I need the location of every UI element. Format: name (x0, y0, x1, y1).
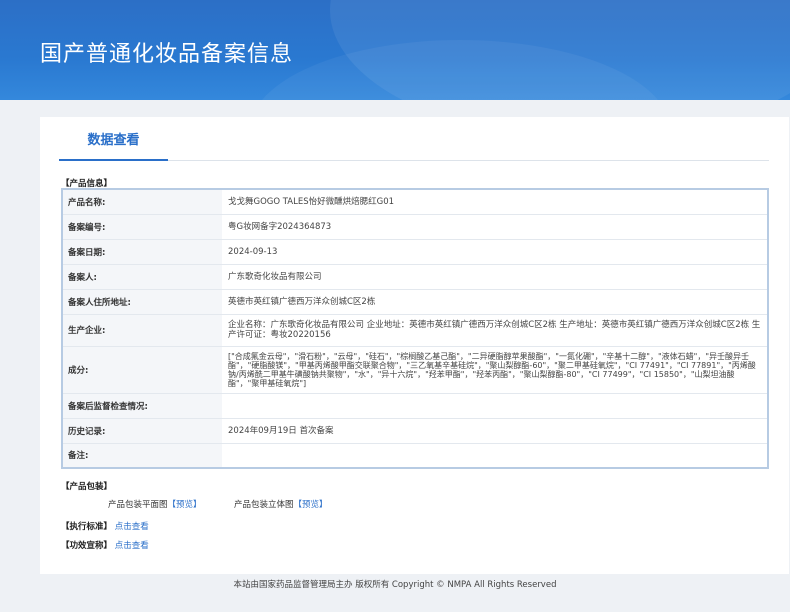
ingredients-value: ["合成氟金云母"，"滑石粉"，"云母"，"硅石"，"棕榈酸乙基己酯"，"二异硬… (222, 345, 768, 393)
table-row: 产品名称: 戈戈舞GOGO TALES怡好微醺烘焙腮红G01 (62, 189, 768, 214)
table-row: 备案人住所地址: 英德市英红镇广德西万洋众创城C区2栋 (62, 288, 768, 314)
packaging-solid-row: 产品包装立体图【预览】 (234, 498, 328, 510)
packaging-flat-label: 产品包装平面图 (108, 500, 168, 510)
efficacy-row: 【功效宣称】 点击查看 (61, 539, 149, 551)
registration-number-value: 粤G妆网备字2024364873 (222, 213, 768, 239)
packaging-flat-preview-link[interactable]: 【预览】 (168, 500, 202, 510)
registrant-address-value: 英德市英红镇广德西万洋众创城C区2栋 (222, 288, 768, 314)
tab-data-view[interactable]: 数据查看 (59, 117, 168, 161)
registration-number-label: 备案编号: (62, 213, 222, 239)
registrant-address-label: 备案人住所地址: (62, 288, 222, 314)
registrant-value: 广东歌奇化妆品有限公司 (222, 263, 768, 289)
efficacy-label: 【功效宣称】 (61, 541, 113, 551)
product-name-label: 产品名称: (62, 189, 222, 214)
table-row: 备案日期: 2024-09-13 (62, 238, 768, 264)
standard-view-link[interactable]: 点击查看 (115, 522, 149, 532)
manufacturer-value: 企业名称：广东歌奇化妆品有限公司 企业地址：英德市英红镇广德西万洋众创城C区2栋… (222, 313, 768, 346)
manufacturer-label: 生产企业: (62, 313, 222, 346)
post-registration-inspection-label: 备案后监督检查情况: (62, 392, 222, 418)
packaging-solid-label: 产品包装立体图 (234, 500, 294, 510)
registration-date-label: 备案日期: (62, 238, 222, 264)
footer-copyright: 本站由国家药品监督管理局主办 版权所有 Copyright © NMPA All… (233, 580, 557, 590)
table-row: 历史记录: 2024年09月19日 首次备案 (62, 417, 768, 443)
page-title: 国产普通化妆品备案信息 (40, 42, 294, 67)
post-registration-inspection-value (222, 392, 768, 418)
table-row: 备案编号: 粤G妆网备字2024364873 (62, 213, 768, 239)
history-label: 历史记录: (62, 417, 222, 443)
tab-bar: 数据查看 (59, 117, 769, 161)
registration-date-value: 2024-09-13 (222, 238, 768, 264)
table-row: 备案后监督检查情况: (62, 392, 768, 418)
product-name-value: 戈戈舞GOGO TALES怡好微醺烘焙腮红G01 (228, 196, 395, 207)
efficacy-view-link[interactable]: 点击查看 (115, 541, 149, 551)
packaging-section-label: 【产品包装】 (61, 482, 113, 492)
standard-row: 【执行标准】 点击查看 (61, 520, 149, 532)
ingredients-label: 成分: (62, 345, 222, 393)
packaging-solid-preview-link[interactable]: 【预览】 (294, 500, 328, 510)
product-info-table: 产品名称: 戈戈舞GOGO TALES怡好微醺烘焙腮红G01 备案编号: 粤G妆… (61, 188, 769, 469)
registrant-label: 备案人: (62, 263, 222, 289)
table-row: 备案人: 广东歌奇化妆品有限公司 (62, 263, 768, 289)
table-row: 生产企业: 企业名称：广东歌奇化妆品有限公司 企业地址：英德市英红镇广德西万洋众… (62, 313, 768, 346)
remarks-label: 备注: (62, 442, 222, 468)
packaging-flat-row: 产品包装平面图【预览】 (108, 498, 202, 510)
standard-label: 【执行标准】 (61, 522, 113, 532)
header-banner: 国产普通化妆品备案信息 (0, 0, 790, 100)
content-card: 数据查看 【产品信息】 产品名称: 戈戈舞GOGO TALES怡好微醺烘焙腮红G… (40, 117, 789, 574)
table-row: 备注: (62, 442, 768, 468)
history-value: 2024年09月19日 首次备案 (222, 417, 768, 443)
remarks-value (222, 442, 768, 468)
table-row: 成分: ["合成氟金云母"，"滑石粉"，"云母"，"硅石"，"棕榈酸乙基己酯"，… (62, 345, 768, 393)
